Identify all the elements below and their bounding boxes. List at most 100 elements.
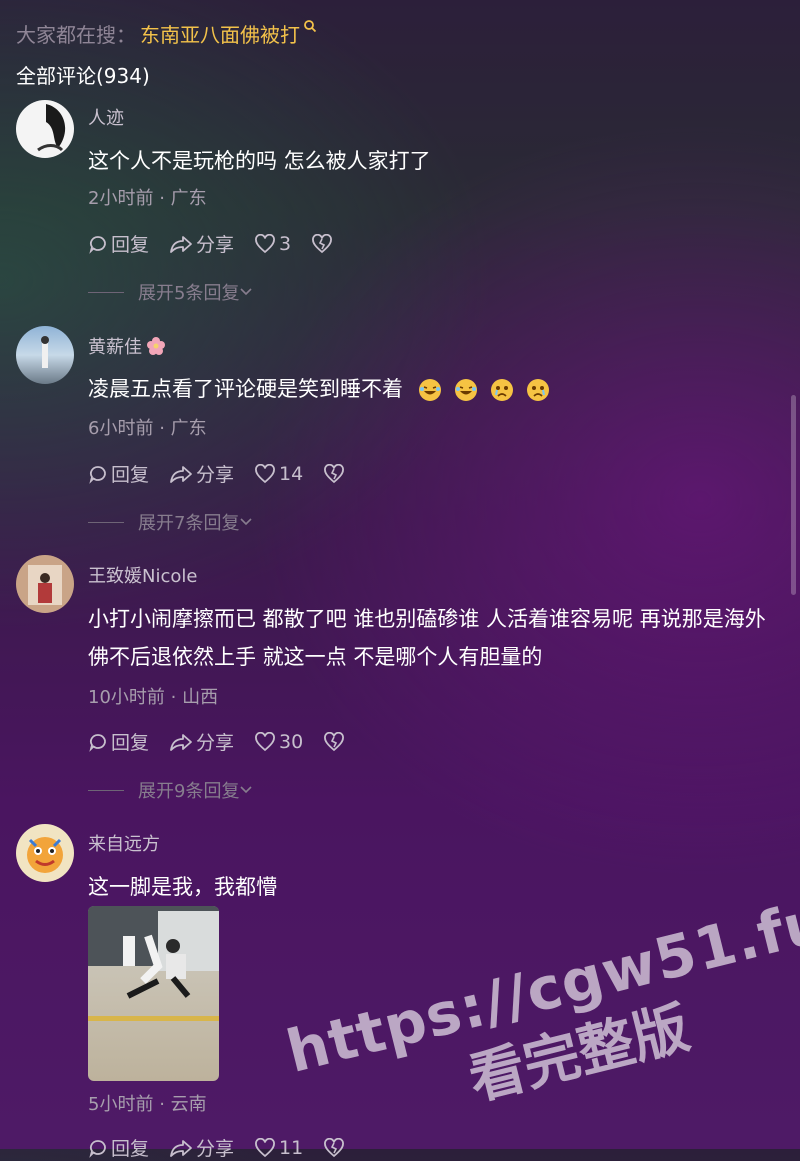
reply-button[interactable]: 回复 <box>88 1134 149 1161</box>
watermark: https://cgw51.fun 看完整版 <box>280 876 800 1157</box>
broken-heart-icon <box>312 233 333 253</box>
avatar[interactable] <box>16 100 74 158</box>
expand-replies-label: 展开7条回复 <box>138 513 240 534</box>
reply-label: 回复 <box>111 732 150 754</box>
comment-bubble-icon <box>89 235 106 254</box>
comment-location: 山西 <box>182 687 219 708</box>
share-button[interactable]: 分享 <box>169 460 234 487</box>
broken-heart-icon <box>324 731 345 751</box>
reply-label: 回复 <box>111 1138 150 1160</box>
dislike-button[interactable] <box>323 463 348 484</box>
laughing-tears-emoji-icon <box>454 379 477 401</box>
laughing-tears-emoji-icon <box>418 379 441 401</box>
comment-text: 这一脚是我，我都懵 <box>88 875 277 899</box>
share-button[interactable]: 分享 <box>169 230 234 257</box>
share-arrow-icon <box>170 733 192 751</box>
divider-line <box>88 789 124 791</box>
like-button[interactable]: 30 <box>254 731 303 753</box>
comment-username[interactable]: 黄薪佳 <box>88 333 167 359</box>
comment-location: 广东 <box>170 418 207 439</box>
expand-replies-button[interactable]: 展开5条回复 <box>88 279 253 305</box>
like-count: 14 <box>279 462 304 485</box>
like-button[interactable]: 11 <box>254 1137 303 1159</box>
chevron-down-icon <box>240 518 253 526</box>
meta-separator: · <box>159 188 171 209</box>
share-label: 分享 <box>196 1138 235 1160</box>
like-count: 30 <box>279 730 304 753</box>
chevron-down-icon <box>240 288 253 296</box>
avatar[interactable] <box>16 824 74 882</box>
reply-button[interactable]: 回复 <box>88 460 149 487</box>
comments-heading: 全部评论(934) <box>16 64 150 88</box>
comment-time: 2小时前 <box>88 188 154 209</box>
heart-icon <box>255 233 275 253</box>
comment-actions: 回复 分享 30 <box>88 728 368 755</box>
comment-meta: 10小时前 · 山西 <box>88 683 218 709</box>
broken-heart-icon <box>324 463 345 483</box>
comment-meta: 2小时前 · 广东 <box>88 184 207 210</box>
comment-location: 广东 <box>170 188 207 209</box>
comment-bubble-icon <box>89 465 106 484</box>
crying-emoji-icon <box>490 379 513 401</box>
scrollbar[interactable] <box>791 395 796 595</box>
comment-meta: 5小时前 · 云南 <box>88 1090 207 1116</box>
search-icon[interactable] <box>303 19 317 33</box>
heart-icon <box>255 463 275 483</box>
comment-meta: 6小时前 · 广东 <box>88 414 207 440</box>
like-count: 11 <box>279 1136 304 1159</box>
share-button[interactable]: 分享 <box>169 728 234 755</box>
divider-line <box>88 291 124 293</box>
dislike-button[interactable] <box>323 731 348 752</box>
meta-separator: · <box>159 418 171 439</box>
share-label: 分享 <box>196 732 235 754</box>
like-button[interactable]: 3 <box>254 233 291 255</box>
comment-bubble-icon <box>89 733 106 752</box>
meta-separator: · <box>159 1094 171 1115</box>
like-button[interactable]: 14 <box>254 463 303 485</box>
reply-button[interactable]: 回复 <box>88 728 149 755</box>
crying-emoji-icon <box>526 379 549 401</box>
chevron-down-icon <box>240 786 253 794</box>
comment-actions: 回复 分享 14 <box>88 460 368 487</box>
comment-actions: 回复 分享 3 <box>88 230 356 257</box>
share-button[interactable]: 分享 <box>169 1134 234 1161</box>
reply-label: 回复 <box>111 464 150 486</box>
expand-replies-label: 展开9条回复 <box>138 781 240 802</box>
heart-icon <box>255 731 275 751</box>
reply-label: 回复 <box>111 234 150 256</box>
comment-username[interactable]: 王致媛Nicole <box>88 562 197 588</box>
emoji-group <box>418 378 550 402</box>
expand-replies-button[interactable]: 展开9条回复 <box>88 777 253 803</box>
expand-replies-button[interactable]: 展开7条回复 <box>88 509 253 535</box>
comment-image[interactable] <box>88 906 219 1081</box>
heart-icon <box>255 1137 275 1157</box>
comment-text-content: 凌晨五点看了评论硬是笑到睡不着 <box>88 377 403 401</box>
share-label: 分享 <box>196 464 235 486</box>
share-arrow-icon <box>170 235 192 253</box>
comment-username[interactable]: 人迹 <box>88 104 124 130</box>
comment-username[interactable]: 来自远方 <box>88 830 160 856</box>
username-text: 黄薪佳 <box>88 337 142 358</box>
like-count: 3 <box>279 232 292 255</box>
comment-text: 凌晨五点看了评论硬是笑到睡不着 <box>88 370 778 408</box>
share-arrow-icon <box>170 1139 192 1157</box>
avatar[interactable] <box>16 326 74 384</box>
share-label: 分享 <box>196 234 235 256</box>
dislike-button[interactable] <box>311 233 336 254</box>
comment-location: 云南 <box>170 1094 207 1115</box>
comment-time: 5小时前 <box>88 1094 154 1115</box>
search-suggestion-bar[interactable]: 大家都在搜： 东南亚八面佛被打 <box>16 16 317 50</box>
reply-button[interactable]: 回复 <box>88 230 149 257</box>
search-term-link[interactable]: 东南亚八面佛被打 <box>140 19 300 48</box>
expand-replies-label: 展开5条回复 <box>138 283 240 304</box>
comment-bubble-icon <box>89 1139 106 1158</box>
avatar[interactable] <box>16 555 74 613</box>
share-arrow-icon <box>170 465 192 483</box>
divider-line <box>88 521 124 523</box>
comment-text: 这个人不是玩枪的吗 怎么被人家打了 <box>88 149 431 173</box>
comment-time: 10小时前 <box>88 687 165 708</box>
meta-separator: · <box>170 687 183 708</box>
comment-text: 小打小闹摩擦而已 都散了吧 谁也别磕碜谁 人活着谁容易呢 再说那是海外 佛不后退… <box>88 607 766 669</box>
flower-icon <box>147 337 165 355</box>
comment-time: 6小时前 <box>88 418 154 439</box>
